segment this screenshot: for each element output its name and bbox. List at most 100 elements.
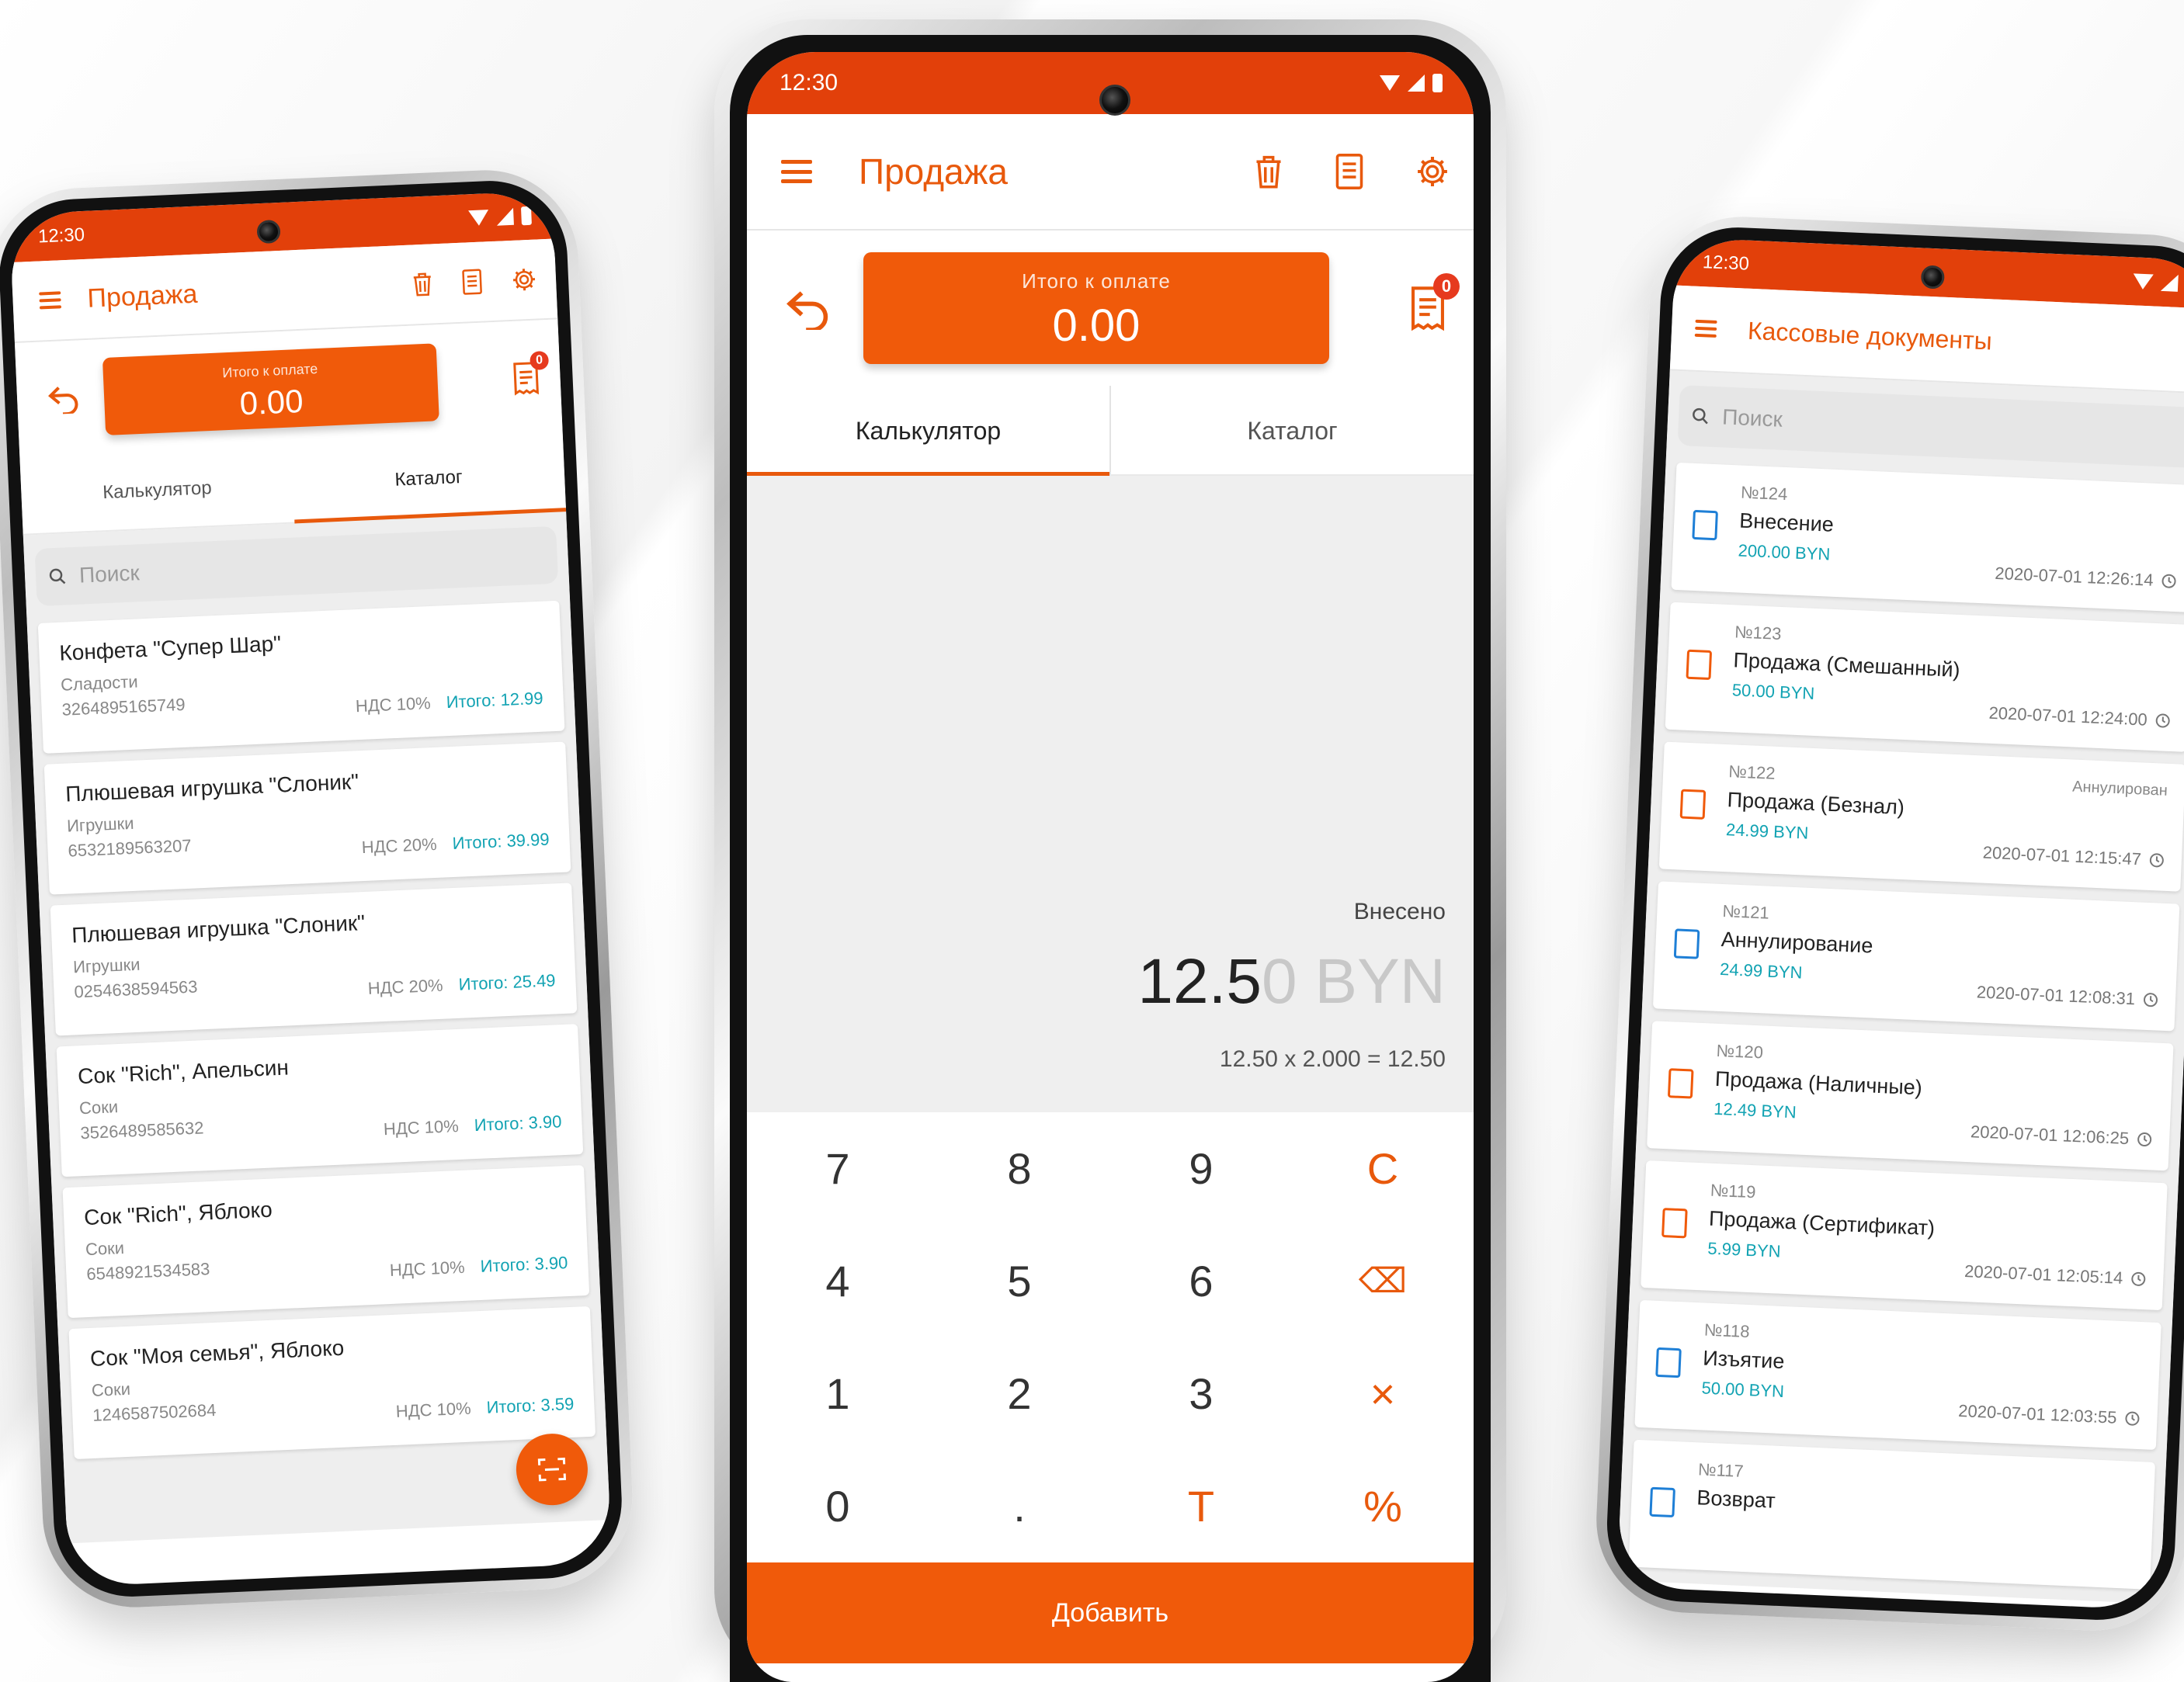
key-7[interactable]: 7 [747, 1112, 929, 1225]
key-tare[interactable]: T [1110, 1450, 1292, 1562]
undo-icon[interactable] [40, 382, 88, 415]
cancel-doc-icon [1673, 928, 1700, 959]
clock-icon [2137, 1132, 2152, 1147]
key-multiply[interactable]: × [1292, 1337, 1474, 1450]
product-total: Итого: 39.99 [452, 829, 550, 853]
key-decimal[interactable]: . [929, 1450, 1110, 1562]
product-total: Итого: 3.59 [486, 1393, 575, 1417]
trash-icon[interactable] [1253, 153, 1284, 190]
app-bar: Продажа [747, 114, 1474, 231]
document-card[interactable]: №118 Изъятие 50.00 BYN 2020-07-01 12:03:55 [1634, 1299, 2161, 1451]
formula-line: 12.50 x 2.000 = 12.50 [1219, 1046, 1446, 1072]
key-6[interactable]: 6 [1110, 1225, 1292, 1337]
search-input[interactable]: Поиск [1677, 384, 2184, 469]
certificate-payment-icon [1661, 1208, 1688, 1239]
receipt-icon[interactable]: 0 [1408, 273, 1460, 332]
gear-icon[interactable] [510, 266, 537, 293]
document-card[interactable]: №120 Продажа (Наличные) 12.49 BYN 2020-07-0… [1647, 1021, 2174, 1171]
page-title: Кассовые документы [1747, 316, 1993, 355]
status-time: 12:30 [37, 224, 85, 248]
total-label: Итого к оплате [1022, 269, 1171, 293]
document-card[interactable]: №117 Возврат [1628, 1439, 2156, 1590]
camera-icon [1099, 85, 1130, 116]
total-to-pay-button[interactable]: Итого к оплате 0.00 [863, 252, 1329, 364]
scan-icon [537, 1457, 567, 1482]
product-total: Итого: 25.49 [458, 970, 556, 994]
receipt-list-icon[interactable] [1334, 153, 1365, 190]
key-2[interactable]: 2 [929, 1337, 1110, 1450]
product-card[interactable]: Плюшевая игрушка "Слоник" Игрушки 025463… [50, 883, 578, 1036]
clock-icon [2161, 574, 2176, 588]
marketing-stage: 12:30 Продажа Итого к оплате 0.00 0 Каль… [0, 0, 2184, 1682]
key-3[interactable]: 3 [1110, 1337, 1292, 1450]
total-value: 0.00 [1052, 300, 1141, 351]
key-9[interactable]: 9 [1110, 1112, 1292, 1225]
product-card[interactable]: Сок "Моя семья", Яблоко Соки 12465875026… [68, 1306, 596, 1459]
amount-display: 12.50 BYN [1137, 945, 1446, 1018]
wifi-icon [468, 210, 489, 227]
key-percent[interactable]: % [1292, 1450, 1474, 1562]
battery-icon [1432, 74, 1443, 92]
backspace-icon[interactable]: ⌫ [1292, 1225, 1474, 1337]
menu-icon[interactable] [39, 291, 62, 310]
tab-catalog[interactable]: Каталог [291, 434, 566, 522]
tab-catalog[interactable]: Каталог [1109, 386, 1474, 474]
status-icons [468, 206, 532, 228]
search-input[interactable]: Поиск [34, 525, 559, 607]
receipt-list-icon[interactable] [460, 269, 483, 296]
product-total: Итого: 3.90 [480, 1253, 568, 1276]
document-card[interactable]: №123 Продажа (Смешанный) 50.00 BYN 2020-07-… [1665, 602, 2184, 752]
gear-icon[interactable] [1415, 154, 1450, 189]
key-1[interactable]: 1 [747, 1337, 929, 1450]
wifi-icon [1380, 75, 1400, 91]
cellular-icon [2160, 273, 2179, 292]
receipt-badge: 0 [530, 350, 550, 371]
product-vat: НДС 10% [389, 1257, 466, 1281]
status-time: 12:30 [780, 70, 839, 95]
clock-icon [2131, 1271, 2146, 1286]
key-4[interactable]: 4 [747, 1225, 929, 1337]
undo-icon[interactable] [781, 286, 835, 330]
key-5[interactable]: 5 [929, 1225, 1110, 1337]
product-card[interactable]: Плюшевая игрушка "Слоник" Игрушки 653218… [43, 741, 571, 895]
tab-calculator[interactable]: Калькулятор [747, 386, 1109, 476]
left-screen: 12:30 Продажа Итого к оплате 0.00 0 Каль… [9, 190, 613, 1587]
document-card[interactable]: №121 Аннулирование 24.99 BYN 2020-07-01 12:… [1652, 881, 2180, 1032]
tab-calculator[interactable]: Калькулятор [19, 446, 294, 534]
document-card[interactable]: №119 Продажа (Сертификат) 5.99 BYN 2020-07-… [1641, 1160, 2168, 1311]
trash-icon[interactable] [411, 270, 433, 297]
right-screen: 12:30 Кассовые документы Поиск №124 Внес… [1616, 237, 2184, 1611]
menu-icon[interactable] [1694, 319, 1717, 338]
receipt-icon[interactable]: 0 [510, 350, 550, 397]
key-8[interactable]: 8 [929, 1112, 1110, 1225]
product-card[interactable]: Сок "Rich", Апельсин Соки 3526489585632 … [56, 1024, 584, 1177]
documents-list: Поиск №124 Внесение 200.00 BYN 2020-07-01 1… [1616, 370, 2184, 1604]
total-to-pay-button[interactable]: Итого к оплате 0.00 [102, 343, 439, 435]
search-icon [1693, 407, 1708, 425]
clock-icon [2155, 713, 2170, 728]
document-card[interactable]: №122 Продажа (Безнал) 24.99 BYN Аннулирован… [1658, 741, 2184, 892]
key-clear[interactable]: C [1292, 1112, 1474, 1225]
battery-icon [520, 206, 532, 226]
product-vat: НДС 20% [361, 834, 438, 858]
withdraw-icon [1655, 1347, 1682, 1379]
add-button[interactable]: Добавить [747, 1562, 1474, 1663]
mixed-payment-icon [1686, 649, 1713, 681]
product-total: Итого: 3.90 [474, 1112, 562, 1136]
product-card[interactable]: Сок "Rich", Яблоко Соки 6548921534583 НД… [62, 1164, 590, 1319]
menu-icon[interactable] [781, 160, 812, 183]
amount-typed: 12.5 [1137, 946, 1262, 1017]
product-vat: НДС 10% [355, 693, 432, 716]
catalog-list: Поиск Конфета "Супер Шар" Сладости 32648… [23, 512, 610, 1544]
key-0[interactable]: 0 [747, 1450, 929, 1562]
product-card[interactable]: Конфета "Супер Шар" Сладости 32648951657… [37, 600, 565, 754]
left-phone: 12:30 Продажа Итого к оплате 0.00 0 Каль… [0, 166, 637, 1611]
clock-icon [2125, 1411, 2140, 1426]
product-vat: НДС 10% [383, 1115, 460, 1139]
tab-bar: Калькулятор Каталог [747, 386, 1474, 476]
amount-hint: 0 BYN [1262, 946, 1446, 1017]
document-card[interactable]: №124 Внесение 200.00 BYN 2020-07-01 12:26:1… [1671, 462, 2184, 613]
wifi-icon [2132, 273, 2154, 290]
center-screen: 12:30 Продажа Итого к оплате 0.00 0 Каль… [747, 52, 1474, 1682]
total-row: Итого к оплате 0.00 0 [747, 231, 1474, 386]
